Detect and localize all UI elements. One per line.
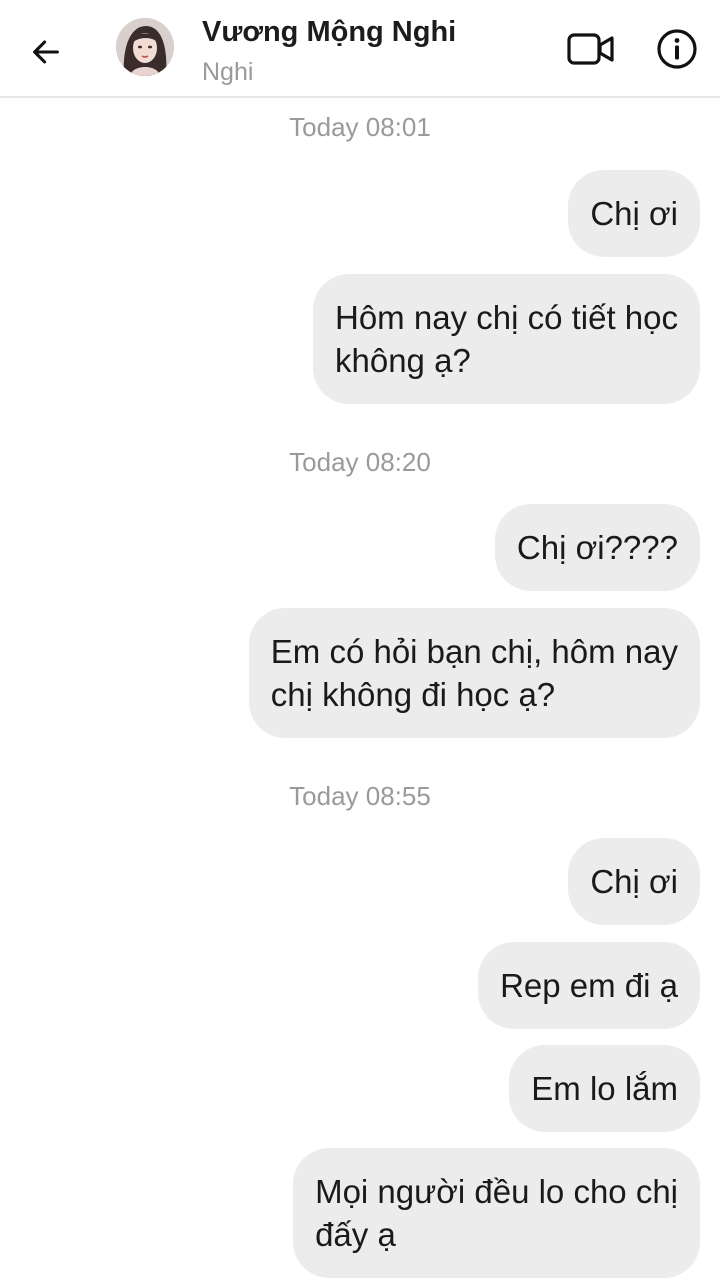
back-button[interactable] [22, 28, 70, 76]
timestamp-divider: Today 08:20 [0, 447, 720, 478]
info-button[interactable] [654, 26, 700, 72]
message-bubble[interactable]: Em lo lắm [509, 1045, 700, 1132]
timestamp-divider: Today 08:01 [0, 112, 720, 143]
message-bubble[interactable]: Chị ơi???? [494, 504, 700, 591]
info-circle-icon [657, 29, 697, 69]
message-text-line: Em lo lắm [531, 1070, 678, 1107]
timestamp-text: Today 08:20 [289, 447, 431, 477]
contact-name[interactable]: Vương Mộng Nghi [202, 16, 456, 49]
message-text-line: Rep em đi ạ [500, 967, 678, 1004]
message-text-line: chị không đi học ạ? [270, 676, 556, 713]
message-bubble[interactable]: Mọi người đều lo cho chị đấy ạ [293, 1148, 700, 1278]
video-camera-icon [567, 33, 614, 65]
arrow-left-icon [33, 40, 59, 64]
message-bubble[interactable]: Chị ơi [568, 170, 700, 257]
message-text-line: không ạ? [335, 342, 471, 379]
message-bubble[interactable]: Chị ơi [568, 838, 700, 925]
message-text-line: Chị ơi???? [516, 529, 678, 566]
contact-subtitle: Nghi [202, 58, 254, 86]
video-call-button[interactable] [566, 28, 616, 70]
avatar[interactable] [116, 18, 174, 76]
message-text-line: Hôm nay chị có tiết học [335, 299, 678, 336]
message-text-line: Chị ơi [590, 195, 678, 232]
timestamp-text: Today 08:01 [289, 112, 431, 142]
message-text-line: Em có hỏi bạn chị, hôm nay [270, 633, 678, 670]
message-bubble[interactable]: Rep em đi ạ [478, 942, 700, 1029]
message-text-line: Mọi người đều lo cho chị [315, 1173, 678, 1210]
timestamp-text: Today 08:55 [289, 781, 431, 811]
message-text-line: đấy ạ [315, 1216, 396, 1253]
message-bubble[interactable]: Hôm nay chị có tiết học không ạ? [313, 274, 700, 404]
chat-header: Vương Mộng Nghi Nghi [0, 0, 720, 98]
timestamp-divider: Today 08:55 [0, 781, 720, 812]
message-bubble[interactable]: Em có hỏi bạn chị, hôm nay chị không đi h… [248, 608, 700, 738]
message-text-line: Chị ơi [590, 863, 678, 900]
